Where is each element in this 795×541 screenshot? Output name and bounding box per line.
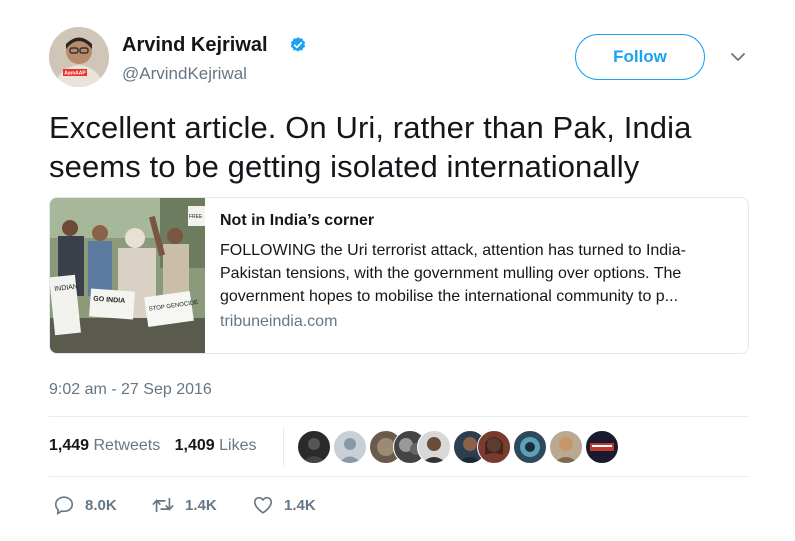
retweet-icon: [152, 497, 174, 513]
liker-avatar[interactable]: [417, 430, 451, 464]
heart-icon: [253, 496, 273, 514]
link-card[interactable]: INDIAN GO INDIA STOP GENOCIDE FREE Not i…: [49, 197, 749, 354]
chevron-down-icon[interactable]: [729, 48, 747, 66]
card-image: INDIAN GO INDIA STOP GENOCIDE FREE: [50, 198, 205, 353]
author-handle[interactable]: @ArvindKejriwal: [122, 64, 247, 84]
card-title[interactable]: Not in India’s corner: [220, 212, 374, 230]
liker-avatar[interactable]: [477, 430, 511, 464]
card-description: FOLLOWING the Uri terrorist attack, atte…: [220, 242, 686, 305]
liker-avatar[interactable]: [333, 430, 367, 464]
engagement-stats: 1,449 Retweets 1,409 Likes: [49, 437, 257, 455]
like-stat[interactable]: 1,409 Likes: [175, 437, 257, 455]
svg-text:FREE: FREE: [189, 214, 203, 220]
divider: [49, 416, 749, 417]
stats-separator: [283, 427, 284, 467]
reply-count: 8.0K: [85, 496, 117, 514]
author-name[interactable]: Arvind Kejriwal: [122, 34, 268, 57]
retweet-action[interactable]: 1.4K: [151, 494, 217, 516]
liker-avatar[interactable]: [585, 430, 619, 464]
liker-avatar[interactable]: [297, 430, 331, 464]
like-label: Likes: [219, 437, 257, 454]
card-domain[interactable]: tribuneindia.com: [220, 313, 337, 331]
author-avatar[interactable]: AamAAP: [49, 27, 109, 87]
retweet-action-count: 1.4K: [185, 496, 217, 514]
retweet-stat[interactable]: 1,449 Retweets: [49, 437, 160, 455]
tweet-timestamp[interactable]: 9:02 am - 27 Sep 2016: [49, 381, 212, 399]
retweet-label: Retweets: [93, 437, 161, 454]
verified-badge-icon: [290, 37, 306, 52]
reply-action[interactable]: 8.0K: [53, 494, 117, 516]
divider: [49, 476, 749, 477]
follow-button[interactable]: Follow: [575, 34, 705, 80]
liker-avatar[interactable]: [513, 430, 547, 464]
reply-icon: [54, 496, 74, 515]
svg-text:AamAAP: AamAAP: [64, 71, 86, 77]
like-action[interactable]: 1.4K: [252, 494, 316, 516]
like-count: 1,409: [174, 437, 215, 454]
tweet-text: Excellent article. On Uri, rather than P…: [49, 110, 692, 184]
avatar-image: AamAAP: [49, 27, 109, 87]
retweet-count: 1,449: [49, 437, 90, 454]
liker-avatar[interactable]: [549, 430, 583, 464]
like-action-count: 1.4K: [284, 496, 316, 514]
